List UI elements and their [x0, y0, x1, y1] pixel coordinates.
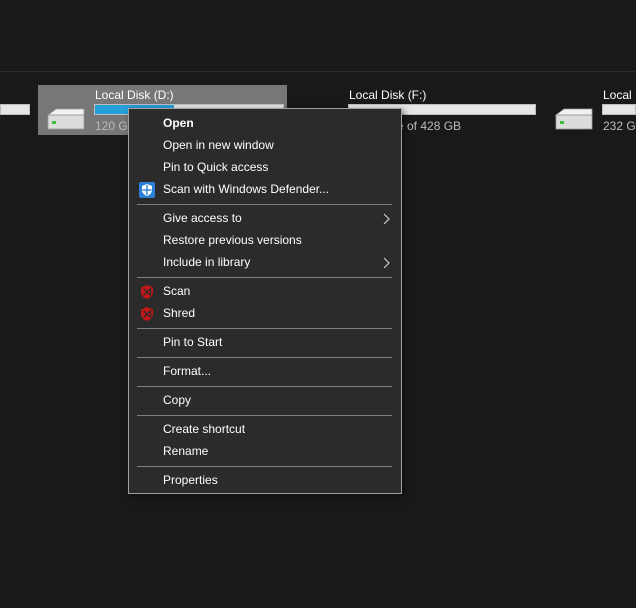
menu-item-give-access[interactable]: Give access to — [130, 208, 400, 230]
drive-size: e of 428 GB — [397, 119, 462, 133]
menu-separator — [137, 204, 392, 205]
drive-size: 232 GB — [603, 119, 636, 133]
menu-separator — [137, 386, 392, 387]
menu-item-label: Rename — [163, 444, 209, 458]
chevron-right-icon — [383, 257, 390, 269]
menu-item-create-shortcut[interactable]: Create shortcut — [130, 419, 400, 441]
drive-name: Local Disk (F:) — [349, 88, 427, 102]
menu-item-rename[interactable]: Rename — [130, 441, 400, 463]
menu-item-label: Pin to Start — [163, 335, 223, 349]
menu-item-label: Pin to Quick access — [163, 160, 269, 174]
menu-separator — [137, 277, 392, 278]
menu-item-shred[interactable]: Shred — [130, 303, 400, 325]
drive-tile-partial-left[interactable] — [0, 85, 30, 135]
drive-name: Local D — [603, 88, 636, 102]
drive-name: Local Disk (D:) — [95, 88, 174, 102]
menu-item-label: Scan — [163, 284, 191, 298]
menu-item-pin-start[interactable]: Pin to Start — [130, 332, 400, 354]
menu-item-label: Scan with Windows Defender... — [163, 182, 330, 196]
menu-item-pin-quick-access[interactable]: Pin to Quick access — [130, 157, 400, 179]
context-menu: Open Open in new window Pin to Quick acc… — [128, 108, 402, 494]
drive-usage-bar — [602, 104, 636, 115]
chevron-right-icon — [383, 213, 390, 225]
windows-defender-shield-icon — [139, 182, 155, 198]
menu-item-open[interactable]: Open — [130, 113, 400, 135]
menu-item-label: Create shortcut — [163, 422, 246, 436]
menu-separator — [137, 357, 392, 358]
menu-item-scan-defender[interactable]: Scan with Windows Defender... — [130, 179, 400, 201]
menu-item-label: Shred — [163, 306, 196, 320]
drive-tile-partial-right[interactable]: Local D 232 GB — [546, 85, 636, 135]
menu-item-label: Properties — [163, 473, 218, 487]
menu-item-label: Give access to — [163, 211, 242, 225]
menu-item-open-new-window[interactable]: Open in new window — [130, 135, 400, 157]
menu-separator — [137, 415, 392, 416]
menu-item-label: Copy — [163, 393, 192, 407]
menu-separator — [137, 466, 392, 467]
menu-item-label: Format... — [163, 364, 212, 378]
mcafee-shield-icon — [141, 285, 153, 299]
menu-item-restore-versions[interactable]: Restore previous versions — [130, 230, 400, 252]
menu-item-label: Include in library — [163, 255, 251, 269]
menu-item-copy[interactable]: Copy — [130, 390, 400, 412]
mcafee-shield-icon — [141, 307, 153, 321]
hard-drive-icon — [46, 108, 85, 130]
menu-item-properties[interactable]: Properties — [130, 470, 400, 492]
menu-item-include-library[interactable]: Include in library — [130, 252, 400, 274]
menu-item-scan[interactable]: Scan — [130, 281, 400, 303]
menu-item-format[interactable]: Format... — [130, 361, 400, 383]
menu-separator — [137, 328, 392, 329]
menu-item-label: Open in new window — [163, 138, 274, 152]
header-divider — [0, 71, 636, 72]
file-explorer-view: Local Disk (D:) 120 GB Local Disk (F:) e… — [0, 0, 636, 608]
menu-item-label: Restore previous versions — [163, 233, 302, 247]
drive-usage-bar — [0, 104, 30, 115]
hard-drive-icon — [554, 108, 593, 130]
menu-item-label: Open — [163, 116, 194, 130]
